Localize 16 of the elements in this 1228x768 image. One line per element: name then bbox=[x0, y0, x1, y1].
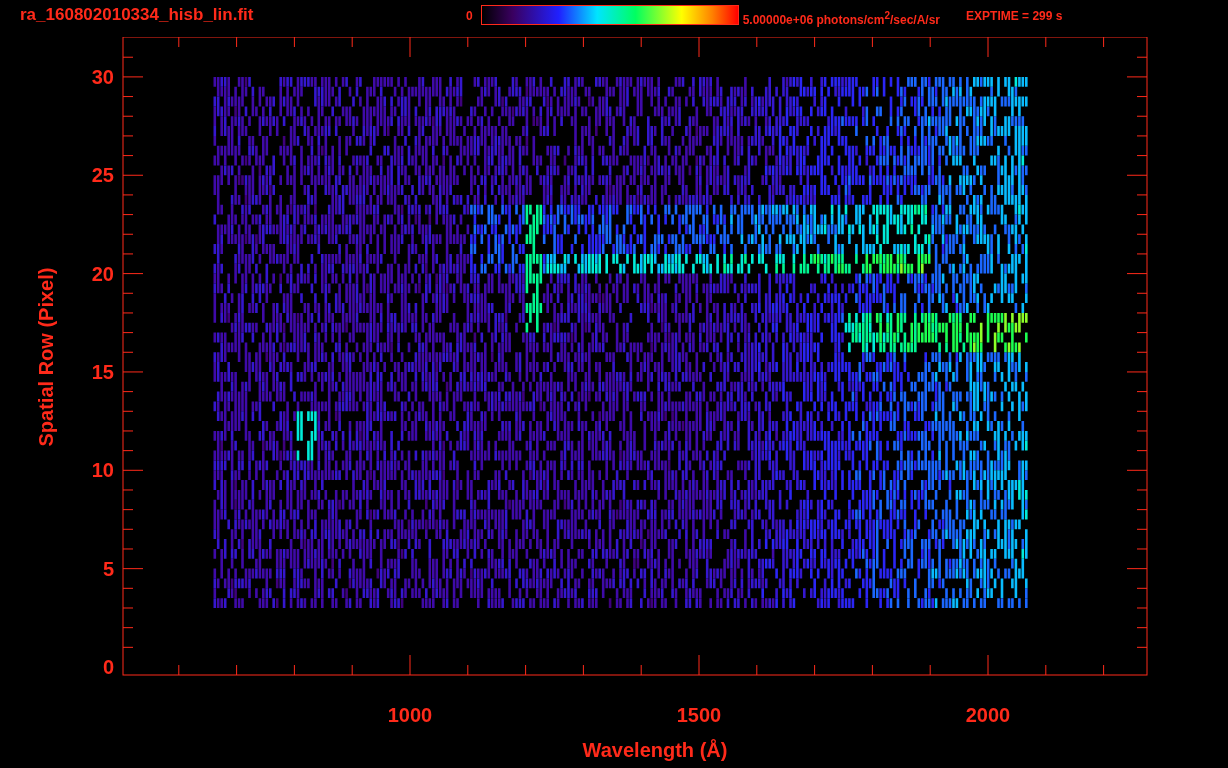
y-tick-label: 5 bbox=[102, 557, 114, 580]
x-axis-title: Wavelength (Å) bbox=[582, 739, 728, 761]
x-tick-label: 2000 bbox=[965, 704, 1011, 726]
exposure-time: EXPTIME = 299 s bbox=[966, 8, 1063, 25]
file-title: ra_160802010334_hisb_lin.fit bbox=[20, 4, 255, 26]
y-tick-label: 15 bbox=[91, 360, 114, 383]
y-axis-title: Spatial Row (Pixel) bbox=[35, 267, 57, 447]
x-tick-label: 1500 bbox=[676, 704, 722, 726]
colorbar-max-label: 5.00000e+06 photons/cm$^{2}$/sec/A/sr bbox=[742, 9, 941, 29]
y-tick-label: 25 bbox=[91, 164, 114, 187]
colorbar-min-label: 0 bbox=[466, 8, 473, 25]
y-tick-label: 0 bbox=[102, 656, 114, 678]
y-tick-label: 20 bbox=[91, 262, 114, 285]
y-tick-label: 30 bbox=[91, 65, 114, 88]
x-tick-label: 1000 bbox=[387, 704, 433, 726]
y-tick-label: 10 bbox=[91, 459, 114, 482]
